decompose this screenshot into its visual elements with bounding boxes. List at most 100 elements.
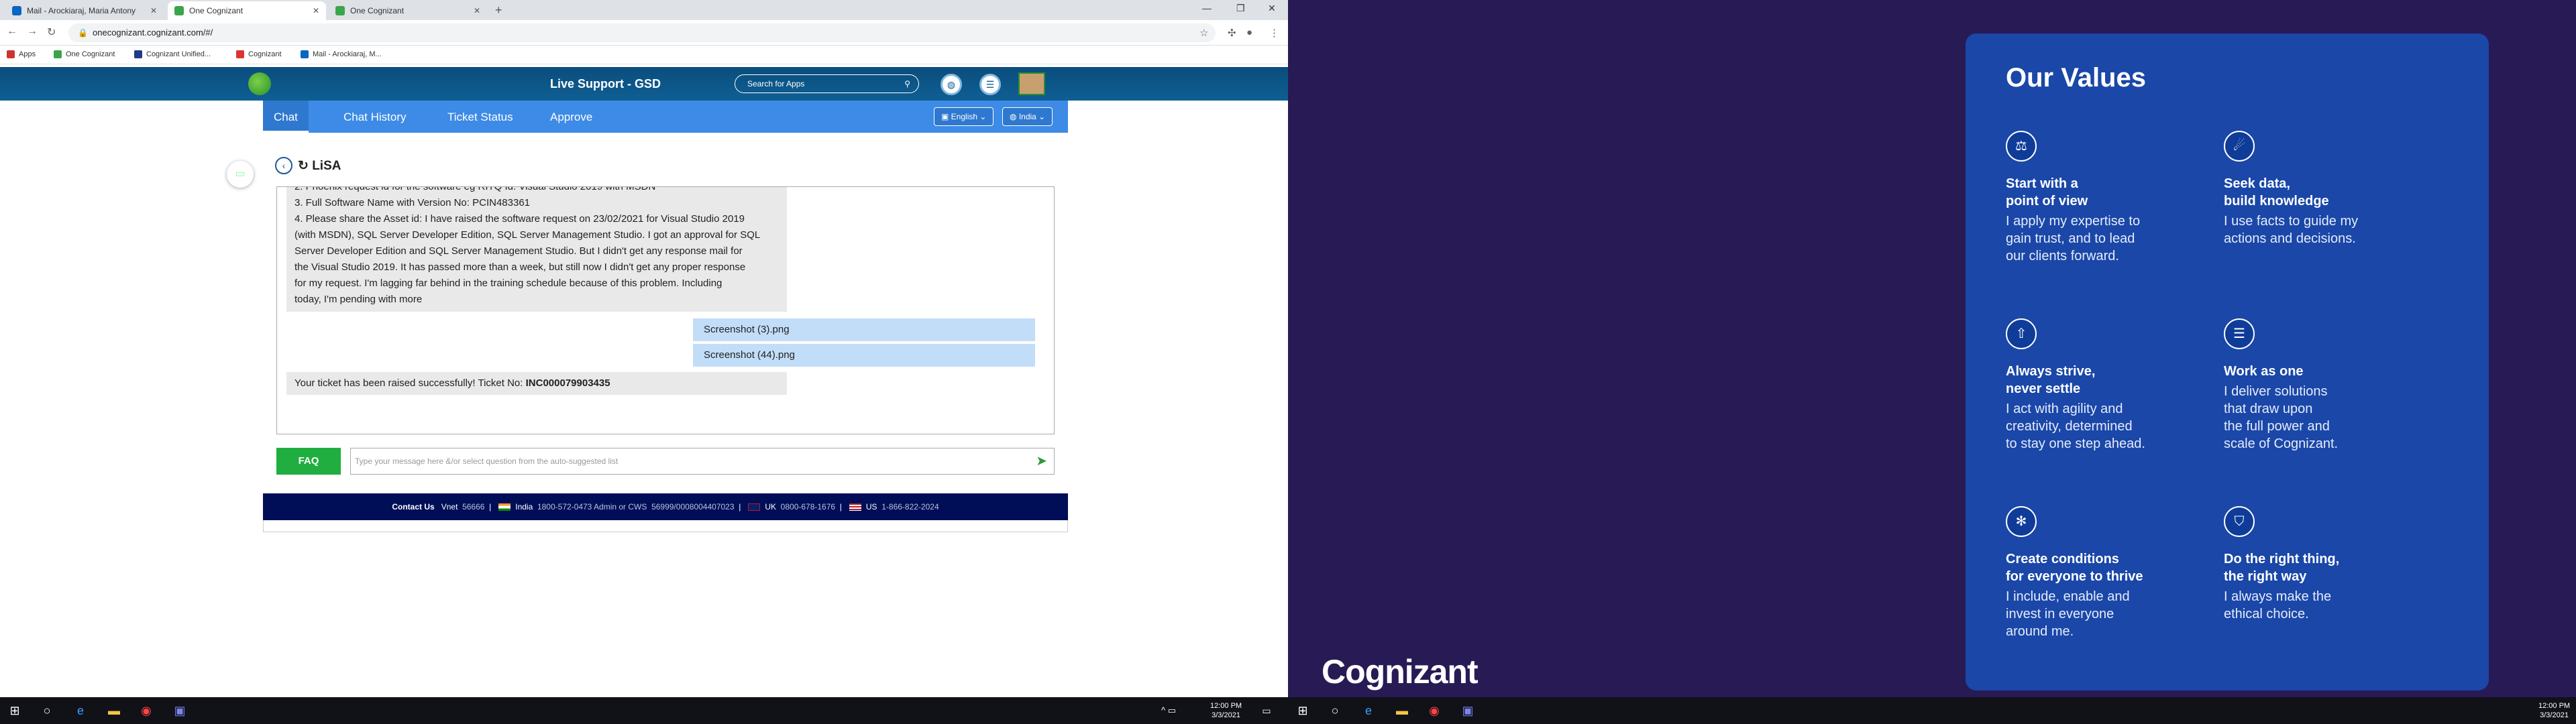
conditions-icon: ✻ [2006,506,2037,537]
country-select[interactable]: ◍ India ⌄ [1002,107,1053,126]
bookmark-one-cognizant[interactable]: One Cognizant [54,50,115,58]
value-work-as-one: ☰ Work as one I deliver solutions that dr… [2224,318,2445,452]
url-field[interactable]: 🔒 onecognizant.cognizant.com/#/ [68,23,1216,42]
bookmark-cognizant[interactable]: Cognizant [236,50,282,58]
contact-footer: Contact Us Vnet 56666 | India 1800-572-0… [263,493,1068,520]
left-monitor: Mail - Arockiaraj, Maria Antony ✕ One Co… [0,0,1288,724]
chrome-icon[interactable]: ◉ [138,703,154,719]
edge-icon[interactable]: e [72,703,89,719]
search-icon[interactable]: ○ [39,703,55,719]
teams-icon[interactable]: ▣ [172,703,188,719]
values-title: Our Values [2006,63,2146,93]
value-start-with-a-point-of-view: ⚖ Start with a point of view I apply my e… [2006,131,2227,265]
new-tab-button[interactable]: + [495,3,502,17]
attachment-message[interactable]: Screenshot (44).png [693,344,1035,367]
file-explorer-icon[interactable]: ▬ [1394,703,1410,719]
teams-icon[interactable]: ▣ [1460,703,1476,719]
us-flag-icon [849,503,861,511]
back-icon[interactable]: ‹ [275,157,292,174]
extensions-icon[interactable]: ✣ [1228,27,1236,39]
forward-arrow-icon[interactable]: → [27,25,38,38]
footer-border [263,520,1068,532]
value-seek-data: ☄ Seek data, build knowledge I use facts … [2224,131,2445,247]
cognizant-favicon [54,50,62,58]
taskbar-left: ⊞ ○ e ▬ ◉ ▣ ^ ▭ ◔ 12:00 PM 3/3/2021 ▭ [0,697,1288,724]
value-always-strive: ⇧ Always strive, never settle I act with … [2006,318,2227,452]
chat-menu-bar: Chat Chat History Ticket Status Approve … [263,101,1068,133]
cognizant-favicon [174,6,184,15]
tray-icons[interactable]: ^ ▭ ◔ [1161,703,1177,724]
message-input[interactable]: Type your message here &/or select quest… [350,448,1055,475]
value-create-conditions: ✻ Create conditions for everyone to thriv… [2006,506,2227,640]
windows-start-icon[interactable]: ⊞ [1295,703,1311,719]
send-icon[interactable]: ➤ [1036,448,1047,474]
outlook-icon [12,6,21,15]
bookmark-apps[interactable]: Apps [7,50,36,58]
tab-approve[interactable]: Approve [550,111,592,124]
uk-flag-icon [747,503,760,511]
avatar[interactable] [1018,72,1045,95]
ticket-number: INC000079903435 [525,377,610,389]
edge-icon[interactable]: e [1360,703,1377,719]
bookmark-mail[interactable]: Mail - Arockiaraj, M... [301,50,382,58]
notifications-icon[interactable]: ▭ [1258,703,1275,719]
browser-tab-bar: Mail - Arockiaraj, Maria Antony ✕ One Co… [0,0,1288,20]
value-do-the-right-thing: ⛉ Do the right thing, the right way I alw… [2224,506,2445,623]
browser-tab-mail[interactable]: Mail - Arockiaraj, Maria Antony ✕ [5,1,164,20]
menu-kebab-icon[interactable]: ⋮ [1269,27,1279,39]
india-flag-icon [498,503,511,511]
windows-start-icon[interactable]: ⊞ [7,703,23,719]
globe-icon[interactable]: ◍ [941,74,962,95]
chat-window[interactable]: 2. Phoenix request id for the software e… [276,186,1055,434]
outlook-icon [301,50,309,58]
close-window-button[interactable]: ✕ [1268,3,1276,14]
app-header: Live Support - GSD Search for Apps ⚲ ◍ ☰ [0,67,1288,101]
shield-icon: ⛉ [2224,506,2255,537]
chrome-icon[interactable]: ◉ [1426,703,1442,719]
bot-message: 2. Phoenix request id for the software e… [286,187,787,312]
strive-icon: ⇧ [2006,318,2037,349]
apps-grid-icon [7,50,15,58]
tab-ticket-status[interactable]: Ticket Status [447,111,513,124]
faq-button[interactable]: FAQ [276,448,341,475]
bookmark-star-icon[interactable]: ☆ [1199,27,1208,39]
app-search-input[interactable]: Search for Apps ⚲ [735,74,919,93]
knowledge-icon: ☄ [2224,131,2255,162]
attachment-message[interactable]: Screenshot (3).png [693,318,1035,341]
page-title: Live Support - GSD [550,77,661,90]
maximize-button[interactable]: ❐ [1236,3,1245,14]
ticket-confirmation-message: Your ticket has been raised successfully… [286,372,787,395]
close-tab-icon[interactable]: ✕ [313,6,319,15]
minimize-button[interactable]: — [1202,3,1212,13]
chat-bubble-icon[interactable]: ▭ [227,161,254,188]
taskbar-clock[interactable]: 12:00 PM 3/3/2021 [2538,701,2570,720]
one-cognizant-logo[interactable] [248,72,271,95]
taskbar-clock[interactable]: 12:00 PM 3/3/2021 [1210,701,1242,720]
taskbar-right: ⊞ ○ e ▬ ◉ ▣ 12:00 PM 3/3/2021 [1288,697,2576,724]
reload-icon[interactable]: ↻ [47,25,56,39]
cognizant-logo: Cognizant [1322,653,1479,690]
back-arrow-icon[interactable]: ← [7,25,17,38]
cognizant-favicon [335,6,345,15]
horn-icon: ⚖ [2006,131,2037,162]
file-explorer-icon[interactable]: ▬ [106,703,122,719]
values-panel: Our Values ⚖ Start with a point of view I… [1966,34,2489,690]
search-icon[interactable]: ○ [1327,703,1343,719]
browser-tab-one-cognizant[interactable]: One Cognizant ✕ [168,1,326,20]
tab-chat[interactable]: Chat [263,101,309,133]
tab-chat-history[interactable]: Chat History [343,111,407,124]
language-select[interactable]: ▣ English ⌄ [934,107,994,126]
bot-name: ↻ LiSA [298,159,341,173]
browser-tab-one-cognizant-2[interactable]: One Cognizant ✕ [329,1,487,20]
close-tab-icon[interactable]: ✕ [150,6,157,15]
team-icon: ☰ [2224,318,2255,349]
right-monitor-wallpaper: Our Values ⚖ Start with a point of view I… [1288,0,2576,724]
cognizant-favicon [236,50,244,58]
close-tab-icon[interactable]: ✕ [474,6,480,15]
address-bar-row: ← → ↻ 🔒 onecognizant.cognizant.com/#/ ☆ … [0,20,1288,46]
bookmark-cognizant-unified[interactable]: Cognizant Unified... [134,50,211,58]
profile-icon[interactable]: ● [1246,27,1252,38]
menu-list-icon[interactable]: ☰ [979,74,1001,95]
search-icon[interactable]: ⚲ [904,75,910,93]
bookmarks-bar: Apps One Cognizant Cognizant Unified... … [0,46,1288,64]
